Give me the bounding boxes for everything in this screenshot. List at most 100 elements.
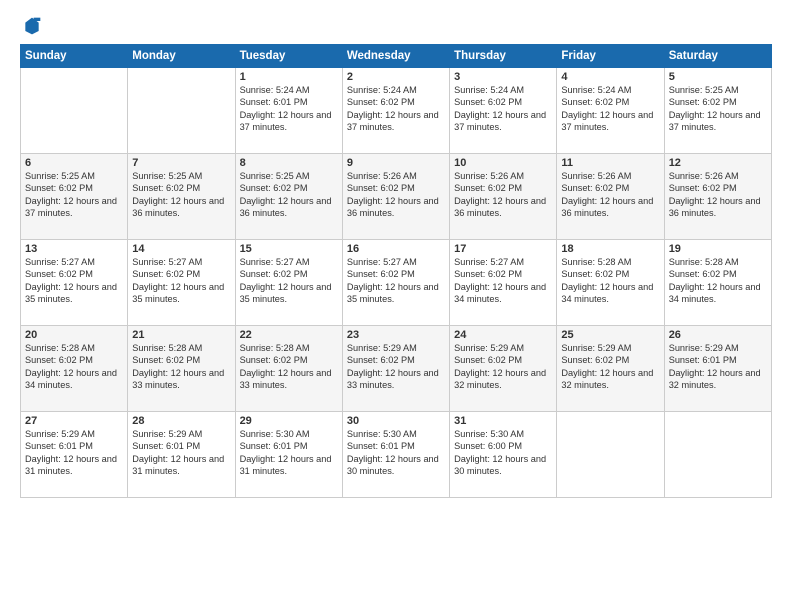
day-number: 29 bbox=[240, 415, 338, 427]
calendar-cell: 24Sunrise: 5:29 AM Sunset: 6:02 PM Dayli… bbox=[450, 326, 557, 412]
calendar-cell: 9Sunrise: 5:26 AM Sunset: 6:02 PM Daylig… bbox=[342, 154, 449, 240]
calendar-week-4: 20Sunrise: 5:28 AM Sunset: 6:02 PM Dayli… bbox=[21, 326, 772, 412]
day-number: 10 bbox=[454, 157, 552, 169]
day-info: Sunrise: 5:30 AM Sunset: 6:01 PM Dayligh… bbox=[347, 428, 445, 478]
day-number: 3 bbox=[454, 71, 552, 83]
day-number: 22 bbox=[240, 329, 338, 341]
day-number: 23 bbox=[347, 329, 445, 341]
calendar-cell: 20Sunrise: 5:28 AM Sunset: 6:02 PM Dayli… bbox=[21, 326, 128, 412]
calendar-cell: 31Sunrise: 5:30 AM Sunset: 6:00 PM Dayli… bbox=[450, 412, 557, 498]
calendar-cell: 27Sunrise: 5:29 AM Sunset: 6:01 PM Dayli… bbox=[21, 412, 128, 498]
calendar-header-wednesday: Wednesday bbox=[342, 45, 449, 68]
day-number: 31 bbox=[454, 415, 552, 427]
day-info: Sunrise: 5:25 AM Sunset: 6:02 PM Dayligh… bbox=[240, 170, 338, 220]
calendar-week-5: 27Sunrise: 5:29 AM Sunset: 6:01 PM Dayli… bbox=[21, 412, 772, 498]
day-info: Sunrise: 5:27 AM Sunset: 6:02 PM Dayligh… bbox=[240, 256, 338, 306]
day-number: 19 bbox=[669, 243, 767, 255]
logo-icon bbox=[22, 16, 42, 36]
day-info: Sunrise: 5:29 AM Sunset: 6:02 PM Dayligh… bbox=[454, 342, 552, 392]
calendar-week-2: 6Sunrise: 5:25 AM Sunset: 6:02 PM Daylig… bbox=[21, 154, 772, 240]
calendar-cell: 15Sunrise: 5:27 AM Sunset: 6:02 PM Dayli… bbox=[235, 240, 342, 326]
calendar-header-friday: Friday bbox=[557, 45, 664, 68]
calendar-cell bbox=[664, 412, 771, 498]
calendar-cell: 12Sunrise: 5:26 AM Sunset: 6:02 PM Dayli… bbox=[664, 154, 771, 240]
calendar-header-thursday: Thursday bbox=[450, 45, 557, 68]
day-info: Sunrise: 5:29 AM Sunset: 6:02 PM Dayligh… bbox=[561, 342, 659, 392]
day-number: 24 bbox=[454, 329, 552, 341]
calendar-header-sunday: Sunday bbox=[21, 45, 128, 68]
calendar-cell: 5Sunrise: 5:25 AM Sunset: 6:02 PM Daylig… bbox=[664, 68, 771, 154]
calendar-cell: 25Sunrise: 5:29 AM Sunset: 6:02 PM Dayli… bbox=[557, 326, 664, 412]
day-number: 27 bbox=[25, 415, 123, 427]
calendar-cell: 13Sunrise: 5:27 AM Sunset: 6:02 PM Dayli… bbox=[21, 240, 128, 326]
day-info: Sunrise: 5:27 AM Sunset: 6:02 PM Dayligh… bbox=[454, 256, 552, 306]
calendar-cell: 19Sunrise: 5:28 AM Sunset: 6:02 PM Dayli… bbox=[664, 240, 771, 326]
calendar-cell: 6Sunrise: 5:25 AM Sunset: 6:02 PM Daylig… bbox=[21, 154, 128, 240]
day-number: 20 bbox=[25, 329, 123, 341]
calendar-cell: 29Sunrise: 5:30 AM Sunset: 6:01 PM Dayli… bbox=[235, 412, 342, 498]
calendar-cell: 1Sunrise: 5:24 AM Sunset: 6:01 PM Daylig… bbox=[235, 68, 342, 154]
day-info: Sunrise: 5:25 AM Sunset: 6:02 PM Dayligh… bbox=[669, 84, 767, 134]
day-info: Sunrise: 5:26 AM Sunset: 6:02 PM Dayligh… bbox=[561, 170, 659, 220]
day-info: Sunrise: 5:28 AM Sunset: 6:02 PM Dayligh… bbox=[240, 342, 338, 392]
calendar-cell: 26Sunrise: 5:29 AM Sunset: 6:01 PM Dayli… bbox=[664, 326, 771, 412]
calendar-cell: 14Sunrise: 5:27 AM Sunset: 6:02 PM Dayli… bbox=[128, 240, 235, 326]
day-info: Sunrise: 5:28 AM Sunset: 6:02 PM Dayligh… bbox=[132, 342, 230, 392]
calendar-cell: 28Sunrise: 5:29 AM Sunset: 6:01 PM Dayli… bbox=[128, 412, 235, 498]
calendar-cell: 21Sunrise: 5:28 AM Sunset: 6:02 PM Dayli… bbox=[128, 326, 235, 412]
calendar-cell: 4Sunrise: 5:24 AM Sunset: 6:02 PM Daylig… bbox=[557, 68, 664, 154]
day-info: Sunrise: 5:29 AM Sunset: 6:02 PM Dayligh… bbox=[347, 342, 445, 392]
day-number: 4 bbox=[561, 71, 659, 83]
calendar-cell: 2Sunrise: 5:24 AM Sunset: 6:02 PM Daylig… bbox=[342, 68, 449, 154]
day-info: Sunrise: 5:25 AM Sunset: 6:02 PM Dayligh… bbox=[132, 170, 230, 220]
day-number: 16 bbox=[347, 243, 445, 255]
calendar-header-saturday: Saturday bbox=[664, 45, 771, 68]
calendar-table: SundayMondayTuesdayWednesdayThursdayFrid… bbox=[20, 44, 772, 498]
day-info: Sunrise: 5:26 AM Sunset: 6:02 PM Dayligh… bbox=[454, 170, 552, 220]
calendar-cell: 16Sunrise: 5:27 AM Sunset: 6:02 PM Dayli… bbox=[342, 240, 449, 326]
calendar-cell: 18Sunrise: 5:28 AM Sunset: 6:02 PM Dayli… bbox=[557, 240, 664, 326]
day-number: 6 bbox=[25, 157, 123, 169]
day-info: Sunrise: 5:25 AM Sunset: 6:02 PM Dayligh… bbox=[25, 170, 123, 220]
day-info: Sunrise: 5:28 AM Sunset: 6:02 PM Dayligh… bbox=[561, 256, 659, 306]
day-number: 28 bbox=[132, 415, 230, 427]
calendar-header-row: SundayMondayTuesdayWednesdayThursdayFrid… bbox=[21, 45, 772, 68]
day-info: Sunrise: 5:27 AM Sunset: 6:02 PM Dayligh… bbox=[132, 256, 230, 306]
calendar-week-1: 1Sunrise: 5:24 AM Sunset: 6:01 PM Daylig… bbox=[21, 68, 772, 154]
calendar-week-3: 13Sunrise: 5:27 AM Sunset: 6:02 PM Dayli… bbox=[21, 240, 772, 326]
calendar-cell: 3Sunrise: 5:24 AM Sunset: 6:02 PM Daylig… bbox=[450, 68, 557, 154]
day-number: 11 bbox=[561, 157, 659, 169]
day-info: Sunrise: 5:27 AM Sunset: 6:02 PM Dayligh… bbox=[25, 256, 123, 306]
day-number: 13 bbox=[25, 243, 123, 255]
day-info: Sunrise: 5:24 AM Sunset: 6:01 PM Dayligh… bbox=[240, 84, 338, 134]
day-number: 30 bbox=[347, 415, 445, 427]
day-info: Sunrise: 5:29 AM Sunset: 6:01 PM Dayligh… bbox=[132, 428, 230, 478]
day-info: Sunrise: 5:30 AM Sunset: 6:01 PM Dayligh… bbox=[240, 428, 338, 478]
day-number: 2 bbox=[347, 71, 445, 83]
day-info: Sunrise: 5:24 AM Sunset: 6:02 PM Dayligh… bbox=[561, 84, 659, 134]
day-number: 1 bbox=[240, 71, 338, 83]
calendar-cell: 23Sunrise: 5:29 AM Sunset: 6:02 PM Dayli… bbox=[342, 326, 449, 412]
day-info: Sunrise: 5:30 AM Sunset: 6:00 PM Dayligh… bbox=[454, 428, 552, 478]
day-number: 7 bbox=[132, 157, 230, 169]
calendar-cell: 11Sunrise: 5:26 AM Sunset: 6:02 PM Dayli… bbox=[557, 154, 664, 240]
calendar-header-monday: Monday bbox=[128, 45, 235, 68]
day-info: Sunrise: 5:28 AM Sunset: 6:02 PM Dayligh… bbox=[25, 342, 123, 392]
logo bbox=[20, 16, 42, 36]
page: SundayMondayTuesdayWednesdayThursdayFrid… bbox=[0, 0, 792, 612]
day-number: 9 bbox=[347, 157, 445, 169]
calendar-cell bbox=[128, 68, 235, 154]
header bbox=[20, 16, 772, 36]
calendar-cell bbox=[21, 68, 128, 154]
calendar-header-tuesday: Tuesday bbox=[235, 45, 342, 68]
calendar-cell: 22Sunrise: 5:28 AM Sunset: 6:02 PM Dayli… bbox=[235, 326, 342, 412]
calendar-cell: 30Sunrise: 5:30 AM Sunset: 6:01 PM Dayli… bbox=[342, 412, 449, 498]
day-number: 14 bbox=[132, 243, 230, 255]
day-info: Sunrise: 5:29 AM Sunset: 6:01 PM Dayligh… bbox=[669, 342, 767, 392]
day-number: 15 bbox=[240, 243, 338, 255]
day-info: Sunrise: 5:24 AM Sunset: 6:02 PM Dayligh… bbox=[347, 84, 445, 134]
day-info: Sunrise: 5:29 AM Sunset: 6:01 PM Dayligh… bbox=[25, 428, 123, 478]
calendar-cell: 17Sunrise: 5:27 AM Sunset: 6:02 PM Dayli… bbox=[450, 240, 557, 326]
calendar-cell bbox=[557, 412, 664, 498]
day-number: 12 bbox=[669, 157, 767, 169]
